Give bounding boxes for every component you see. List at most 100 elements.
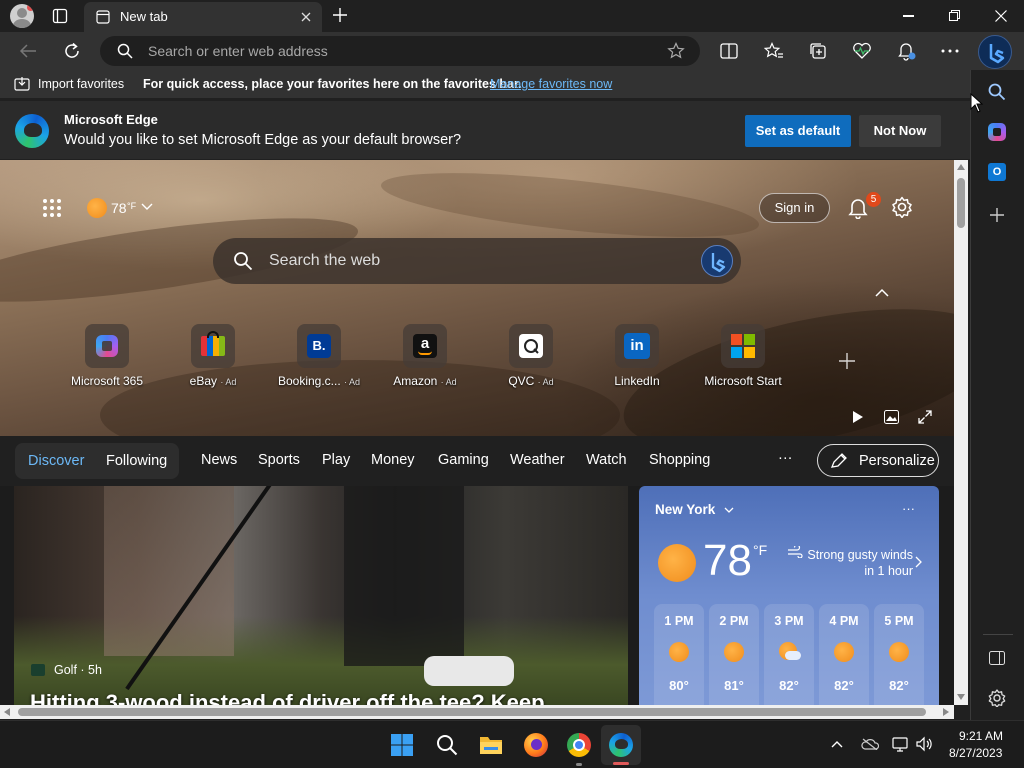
quick-link-label: LinkedIn: [614, 374, 660, 388]
weather-more-button[interactable]: ···: [902, 501, 915, 516]
expand-icon[interactable]: [918, 410, 932, 424]
quick-link-booking[interactable]: B.: [297, 324, 341, 368]
address-input[interactable]: Search or enter web address: [148, 43, 328, 59]
hide-sidebar-icon[interactable]: [989, 651, 1005, 665]
taskbar-time[interactable]: 9:21 AM: [959, 729, 1003, 743]
sidebar-search-icon[interactable]: [988, 83, 1006, 101]
quick-link-qvc[interactable]: [509, 324, 553, 368]
restore-button[interactable]: [949, 10, 960, 21]
scroll-right-arrow-icon[interactable]: [943, 708, 949, 716]
collapse-chevron-icon[interactable]: [875, 288, 889, 297]
file-explorer-icon[interactable]: [479, 734, 503, 756]
profile-avatar[interactable]: [10, 4, 34, 28]
nav-play[interactable]: Play: [322, 452, 350, 468]
scroll-down-arrow-icon[interactable]: [957, 694, 965, 700]
article-card[interactable]: Golf · 5h Hitting 3-wood instead of driv…: [14, 486, 628, 705]
hero-background: 78 °F Sign in 5 Search the web Microsoft…: [0, 160, 954, 479]
hourly-forecast-item[interactable]: 2 PM 81°: [709, 604, 759, 705]
not-now-button[interactable]: Not Now: [859, 115, 941, 147]
tab-new-tab[interactable]: New tab: [84, 2, 322, 32]
close-window-button[interactable]: [995, 10, 1007, 22]
quick-link-linkedin[interactable]: in: [615, 324, 659, 368]
play-icon[interactable]: [852, 410, 864, 424]
weather-widget[interactable]: 78 °F: [87, 197, 159, 221]
chrome-icon[interactable]: [567, 733, 591, 757]
nav-weather[interactable]: Weather: [510, 452, 565, 468]
hourly-forecast-item[interactable]: 4 PM 82°: [819, 604, 869, 705]
horizontal-scroll-thumb[interactable]: [18, 708, 926, 716]
web-search-input[interactable]: Search the web: [269, 252, 380, 270]
bing-chat-icon[interactable]: [701, 245, 733, 277]
horizontal-scrollbar[interactable]: [0, 705, 954, 719]
quick-link-microsoft-start[interactable]: [721, 324, 765, 368]
sidebar-add-icon[interactable]: [990, 208, 1004, 222]
split-screen-icon[interactable]: [720, 43, 738, 59]
sidebar-settings-icon[interactable]: [988, 689, 1006, 707]
sidebar-copilot-icon[interactable]: [988, 123, 1006, 141]
nav-watch[interactable]: Watch: [586, 452, 627, 468]
browser-essentials-icon[interactable]: [852, 42, 872, 60]
add-shortcut-icon[interactable]: [839, 353, 855, 369]
nav-money[interactable]: Money: [371, 452, 415, 468]
onedrive-icon[interactable]: [861, 738, 879, 750]
hourly-forecast-item[interactable]: 5 PM 82°: [874, 604, 924, 705]
quick-link-ebay[interactable]: [191, 324, 235, 368]
collections-icon[interactable]: [809, 42, 827, 60]
nav-news[interactable]: News: [201, 452, 237, 468]
edge-icon: [609, 733, 633, 757]
scroll-left-arrow-icon[interactable]: [4, 708, 10, 716]
vertical-scroll-thumb[interactable]: [957, 178, 965, 228]
firefox-icon[interactable]: [524, 733, 548, 757]
edge-taskbar-button[interactable]: [601, 725, 641, 765]
manage-favorites-link[interactable]: Manage favorites now: [490, 77, 612, 91]
quick-link-label: Booking.c... · Ad: [277, 374, 361, 388]
minimize-button[interactable]: [903, 15, 914, 17]
vertical-scrollbar[interactable]: [954, 160, 968, 705]
windows-start-icon[interactable]: [391, 734, 413, 756]
tab-discover[interactable]: Discover: [28, 453, 84, 469]
new-tab-button[interactable]: [333, 8, 347, 22]
weather-city[interactable]: New York: [655, 502, 715, 517]
chevron-right-icon[interactable]: [915, 556, 922, 568]
sign-in-button[interactable]: Sign in: [759, 193, 830, 223]
sidebar-outlook-icon[interactable]: O: [988, 163, 1006, 181]
favorite-star-icon[interactable]: [667, 42, 685, 60]
web-search-box[interactable]: Search the web: [213, 238, 741, 284]
favorites-bar: Import favorites For quick access, place…: [0, 70, 970, 98]
scroll-up-arrow-icon[interactable]: [957, 164, 965, 170]
chevron-down-icon[interactable]: [724, 507, 734, 513]
weather-card[interactable]: New York ··· 78 °F Strong gusty winds in…: [639, 486, 939, 705]
settings-gear-icon[interactable]: [891, 196, 913, 218]
notifications-bell-icon[interactable]: [897, 41, 917, 61]
tab-actions-icon[interactable]: [52, 8, 68, 24]
nav-more-button[interactable]: ···: [778, 450, 793, 466]
background-image-icon[interactable]: [884, 410, 899, 424]
more-options-icon[interactable]: [941, 49, 959, 53]
article-headline[interactable]: Hitting 3-wood instead of driver off the…: [30, 690, 545, 705]
weather-alert[interactable]: Strong gusty winds in 1 hour: [803, 547, 913, 579]
show-hidden-icons-chevron[interactable]: [831, 740, 843, 748]
favorites-icon[interactable]: [764, 42, 784, 60]
address-bar[interactable]: Search or enter web address: [100, 36, 700, 66]
tab-following[interactable]: Following: [106, 453, 167, 469]
taskbar-search-icon[interactable]: [436, 734, 458, 756]
network-icon[interactable]: [892, 736, 910, 752]
quick-link-microsoft-365[interactable]: [85, 324, 129, 368]
apps-grid-icon[interactable]: [42, 198, 62, 218]
back-arrow-icon[interactable]: [19, 43, 37, 59]
personalize-button[interactable]: Personalize: [817, 444, 939, 477]
close-tab-icon[interactable]: [301, 12, 311, 22]
nav-shopping[interactable]: Shopping: [649, 452, 710, 468]
set-as-default-button[interactable]: Set as default: [745, 115, 851, 147]
quick-link-amazon[interactable]: a: [403, 324, 447, 368]
volume-icon[interactable]: [916, 736, 934, 752]
taskbar-date[interactable]: 8/27/2023: [949, 746, 1002, 760]
hourly-forecast-item[interactable]: 1 PM 80°: [654, 604, 704, 705]
nav-gaming[interactable]: Gaming: [438, 452, 489, 468]
personalize-label: Personalize: [859, 453, 935, 469]
bing-copilot-button[interactable]: [978, 35, 1012, 69]
refresh-icon[interactable]: [63, 42, 81, 60]
hourly-forecast-item[interactable]: 3 PM 82°: [764, 604, 814, 705]
import-favorites-button[interactable]: Import favorites: [38, 77, 124, 91]
nav-sports[interactable]: Sports: [258, 452, 300, 468]
